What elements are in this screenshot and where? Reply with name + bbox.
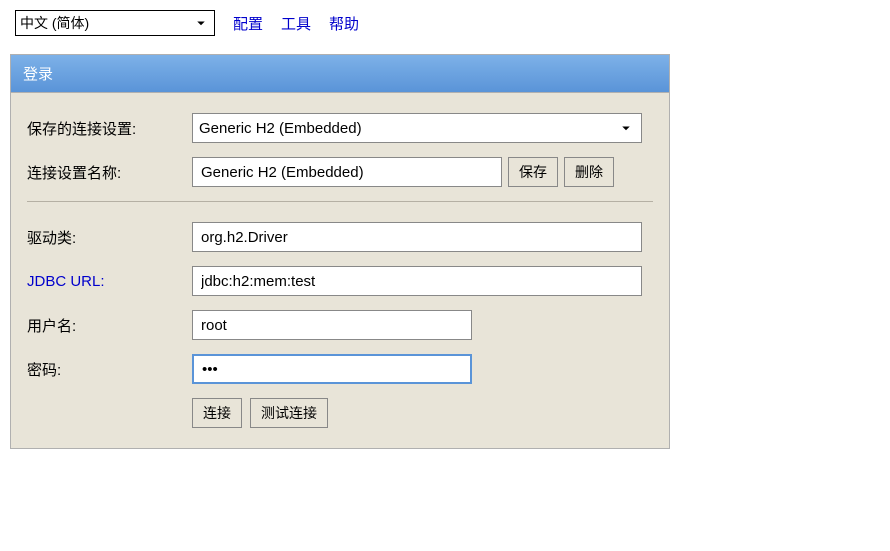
top-bar: 中文 (简体) 配置 工具 帮助 bbox=[15, 10, 880, 36]
driver-input[interactable] bbox=[192, 222, 642, 252]
setting-name-label: 连接设置名称: bbox=[27, 162, 192, 183]
nav-help[interactable]: 帮助 bbox=[329, 13, 359, 34]
language-select[interactable]: 中文 (简体) bbox=[15, 10, 215, 36]
row-saved-settings: 保存的连接设置: Generic H2 (Embedded) bbox=[27, 113, 653, 143]
username-label: 用户名: bbox=[27, 315, 192, 336]
password-input[interactable] bbox=[192, 354, 472, 384]
nav-tools[interactable]: 工具 bbox=[281, 13, 311, 34]
username-input[interactable] bbox=[192, 310, 472, 340]
test-connect-button[interactable]: 测试连接 bbox=[250, 398, 328, 428]
row-jdbc-url: JDBC URL: bbox=[27, 266, 653, 296]
driver-label: 驱动类: bbox=[27, 227, 192, 248]
row-setting-name: 连接设置名称: 保存 删除 bbox=[27, 157, 653, 187]
panel-title: 登录 bbox=[11, 55, 669, 93]
jdbc-url-input[interactable] bbox=[192, 266, 642, 296]
saved-settings-label: 保存的连接设置: bbox=[27, 118, 192, 139]
login-panel: 登录 保存的连接设置: Generic H2 (Embedded) 连接设置名称… bbox=[10, 54, 670, 449]
row-username: 用户名: bbox=[27, 310, 653, 340]
setting-name-input[interactable] bbox=[192, 157, 502, 187]
connect-button[interactable]: 连接 bbox=[192, 398, 242, 428]
button-row: 连接 测试连接 bbox=[192, 398, 653, 428]
delete-button[interactable]: 删除 bbox=[564, 157, 614, 187]
row-password: 密码: bbox=[27, 354, 653, 384]
divider bbox=[27, 201, 653, 202]
row-driver: 驱动类: bbox=[27, 222, 653, 252]
panel-body: 保存的连接设置: Generic H2 (Embedded) 连接设置名称: 保… bbox=[11, 93, 669, 448]
jdbc-url-label[interactable]: JDBC URL: bbox=[27, 273, 192, 290]
saved-settings-select[interactable]: Generic H2 (Embedded) bbox=[192, 113, 642, 143]
save-button[interactable]: 保存 bbox=[508, 157, 558, 187]
nav-config[interactable]: 配置 bbox=[233, 13, 263, 34]
password-label: 密码: bbox=[27, 359, 192, 380]
